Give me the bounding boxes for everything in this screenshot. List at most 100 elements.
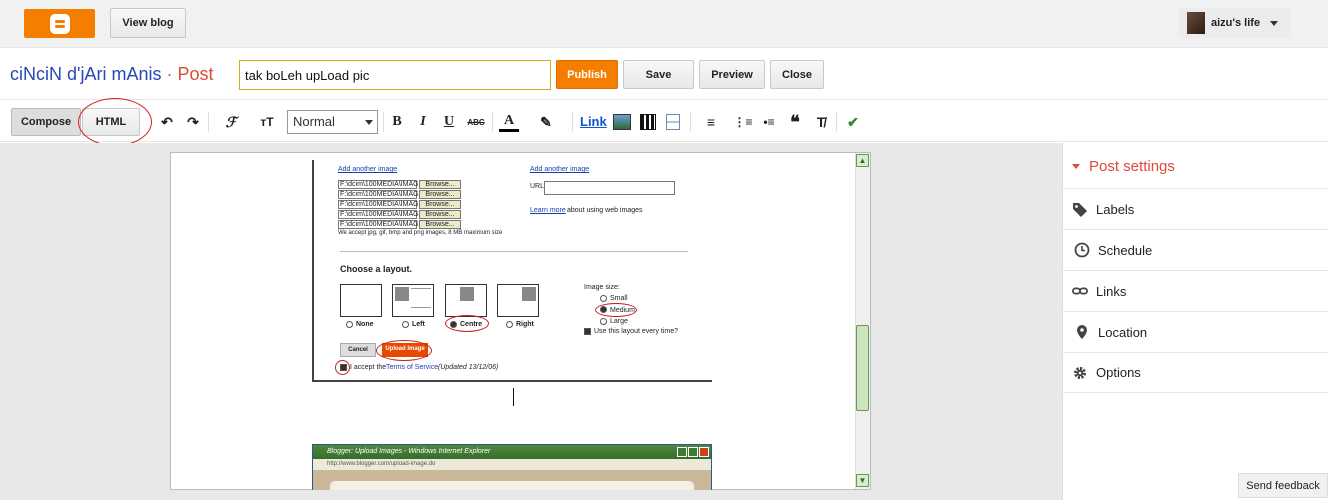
layout-left-preview — [392, 284, 434, 317]
radio-left — [402, 321, 409, 328]
gear-icon — [1074, 366, 1086, 379]
toolbar-divider — [690, 112, 691, 132]
close-icon — [699, 447, 709, 457]
blogger-b-icon — [49, 13, 70, 34]
post-settings-title: Post settings — [1089, 158, 1175, 175]
editor-scrollbar[interactable] — [855, 153, 870, 489]
sidebar-item-schedule[interactable]: Schedule — [1062, 229, 1328, 270]
radio-none — [346, 321, 353, 328]
font-family-icon[interactable]: ℱ — [217, 112, 245, 132]
avatar — [1187, 12, 1205, 34]
layout-none-label: None — [356, 321, 374, 328]
maximize-icon — [688, 447, 698, 457]
use-layout-label: Use this layout every time? — [594, 328, 679, 335]
clear-formatting-icon[interactable]: T̸ — [812, 112, 830, 132]
chevron-down-icon — [1270, 20, 1279, 26]
close-button[interactable]: Close — [770, 60, 824, 89]
image-size-label: Image size: — [584, 284, 620, 291]
user-name: aizu's life — [1211, 17, 1261, 29]
scroll-thumb[interactable] — [856, 325, 869, 411]
browse-button: Browse... — [419, 200, 461, 209]
toolbar-divider — [208, 112, 209, 132]
browse-button: Browse... — [419, 190, 461, 199]
toolbar-divider — [383, 112, 384, 132]
view-blog-button[interactable]: View blog — [110, 8, 186, 38]
layout-centre-preview — [445, 284, 487, 317]
post-title-input[interactable] — [239, 60, 551, 90]
browse-button: Browse... — [419, 180, 461, 189]
font-size-icon[interactable]: тT — [252, 112, 282, 132]
sidebar-item-label: Labels — [1096, 201, 1135, 217]
learn-more-link: Learn more — [530, 207, 566, 214]
radio-large — [600, 318, 607, 325]
strikethrough-icon[interactable]: ABC — [466, 112, 486, 132]
layout-image-thumb — [460, 287, 474, 301]
bold-icon[interactable]: B — [389, 112, 405, 132]
file-field: F:\dcim\100MEDIA\IMAG — [338, 190, 419, 199]
sidebar-item-location[interactable]: Location — [1062, 311, 1328, 352]
quote-icon[interactable]: ❝ — [786, 112, 804, 132]
browse-button: Browse... — [419, 210, 461, 219]
spellcheck-icon[interactable]: ✔ — [844, 112, 862, 132]
web-images-text: about using web images — [567, 207, 643, 214]
layout-image-thumb — [522, 287, 536, 301]
italic-icon[interactable]: I — [415, 112, 431, 132]
image-icon[interactable] — [613, 114, 631, 130]
toolbar-divider — [572, 112, 573, 132]
blogger-logo[interactable] — [24, 9, 95, 38]
numbered-list-icon[interactable]: ⋮≡ — [733, 112, 753, 132]
format-select[interactable]: Normal — [287, 110, 378, 134]
preview-button[interactable]: Preview — [699, 60, 765, 89]
page-title: ciNciN d'jAri mAnis · Post — [10, 64, 214, 85]
ie-window-buttons — [677, 447, 709, 457]
use-layout-checkbox — [584, 328, 591, 335]
redo-icon[interactable]: ↷ — [184, 112, 202, 132]
radio-right — [506, 321, 513, 328]
user-menu[interactable]: aizu's life — [1179, 8, 1291, 38]
undo-icon[interactable]: ↶ — [158, 112, 176, 132]
url-field — [544, 181, 675, 195]
annotation-circle — [445, 315, 489, 332]
clock-icon — [1074, 242, 1090, 258]
layout-text-lines — [411, 288, 431, 308]
file-field: F:\dcim\100MEDIA\IMAG — [338, 220, 419, 229]
link-button[interactable]: Link — [580, 114, 607, 129]
layout-right-label: Right — [516, 321, 534, 328]
toolbar-divider — [492, 112, 493, 132]
publish-button[interactable]: Publish — [556, 60, 618, 89]
ie-address-bar: http://www.blogger.com/upload-image.do — [313, 459, 711, 470]
ie-body — [313, 470, 711, 490]
sidebar-item-options[interactable]: Options — [1062, 352, 1328, 393]
sidebar-item-links[interactable]: Links — [1062, 270, 1328, 311]
url-label: URL — [530, 183, 545, 190]
post-settings-header[interactable]: Post settings — [1072, 158, 1175, 175]
sidebar-item-label: Links — [1096, 283, 1127, 299]
tag-icon — [1073, 203, 1087, 217]
file-field: F:\dcim\100MEDIA\IMAG — [338, 210, 419, 219]
save-button[interactable]: Save — [623, 60, 694, 89]
size-large-label: Large — [610, 318, 628, 325]
blog-name: ciNciN d'jAri mAnis — [10, 64, 162, 84]
choose-layout-heading: Choose a layout. — [340, 264, 413, 274]
bullet-list-icon[interactable]: •≡ — [759, 112, 779, 132]
accept-text: I accept the — [350, 364, 387, 371]
toolbar-divider — [836, 112, 837, 132]
align-icon[interactable]: ≡ — [698, 112, 724, 132]
sidebar-item-label: Schedule — [1098, 242, 1153, 258]
annotation-circle — [376, 340, 432, 361]
underline-icon[interactable]: U — [441, 112, 457, 132]
scroll-up-icon[interactable]: ▲ — [856, 154, 869, 167]
highlight-icon[interactable]: ✎ — [536, 112, 556, 132]
upload-dialog-screenshot: Add another image Add another image F:\d… — [312, 160, 712, 382]
sidebar-item-labels[interactable]: Labels — [1062, 188, 1328, 229]
text-color-icon[interactable]: A — [499, 112, 519, 132]
layout-right-preview — [497, 284, 539, 317]
jump-break-icon[interactable] — [666, 114, 680, 130]
ie-window-screenshot: Blogger: Upload Images - Windows Interne… — [312, 444, 712, 490]
compose-tab[interactable]: Compose — [11, 108, 81, 136]
text-cursor — [513, 388, 514, 406]
video-icon[interactable] — [640, 114, 656, 130]
scroll-down-icon[interactable]: ▼ — [856, 474, 869, 487]
ie-title-bar: Blogger: Upload Images - Windows Interne… — [313, 445, 711, 459]
send-feedback-button[interactable]: Send feedback — [1238, 473, 1328, 498]
